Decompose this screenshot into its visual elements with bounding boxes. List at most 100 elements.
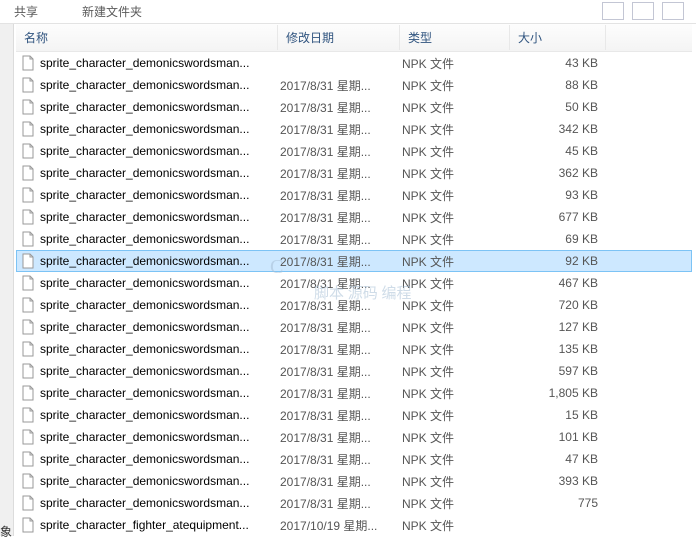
table-row[interactable]: sprite_character_demonicswordsman...2017… bbox=[16, 228, 692, 250]
file-icon bbox=[20, 231, 36, 247]
table-row[interactable]: sprite_character_demonicswordsman...2017… bbox=[16, 96, 692, 118]
table-row[interactable]: sprite_character_demonicswordsman...2017… bbox=[16, 360, 692, 382]
file-name-cell: sprite_character_demonicswordsman... bbox=[40, 276, 280, 290]
file-date-cell: 2017/8/31 星期... bbox=[280, 341, 402, 358]
table-row[interactable]: sprite_character_demonicswordsman...2017… bbox=[16, 184, 692, 206]
table-row[interactable]: sprite_character_fighter_atequipment...2… bbox=[16, 514, 692, 536]
file-type-cell: NPK 文件 bbox=[402, 517, 512, 534]
file-size-cell: 597 KB bbox=[512, 364, 598, 378]
file-icon bbox=[20, 363, 36, 379]
table-row[interactable]: sprite_character_demonicswordsman...2017… bbox=[16, 316, 692, 338]
file-icon bbox=[20, 319, 36, 335]
column-header-type[interactable]: 类型 bbox=[400, 25, 510, 50]
file-icon bbox=[20, 121, 36, 137]
file-size-cell: 92 KB bbox=[512, 254, 598, 268]
file-size-cell: 50 KB bbox=[512, 100, 598, 114]
file-type-cell: NPK 文件 bbox=[402, 495, 512, 512]
file-size-cell: 1,805 KB bbox=[512, 386, 598, 400]
nav-scrollbar[interactable] bbox=[0, 24, 14, 536]
table-row[interactable]: sprite_character_demonicswordsman...2017… bbox=[16, 272, 692, 294]
file-size-cell: 127 KB bbox=[512, 320, 598, 334]
file-icon bbox=[20, 55, 36, 71]
table-row[interactable]: sprite_character_demonicswordsman... NPK … bbox=[16, 52, 692, 74]
file-date-cell: 2017/8/31 星期... bbox=[280, 231, 402, 248]
file-list[interactable]: sprite_character_demonicswordsman... NPK … bbox=[16, 52, 692, 536]
file-name-cell: sprite_character_fighter_atequipment... bbox=[40, 518, 280, 532]
column-header-size[interactable]: 大小 bbox=[510, 25, 606, 50]
file-name-cell: sprite_character_demonicswordsman... bbox=[40, 232, 280, 246]
column-header-date[interactable]: 修改日期 bbox=[278, 25, 400, 50]
table-row[interactable]: sprite_character_demonicswordsman...2017… bbox=[16, 118, 692, 140]
file-date-cell: 2017/8/31 星期... bbox=[280, 99, 402, 116]
file-date-cell: 2017/8/31 星期... bbox=[280, 407, 402, 424]
file-icon bbox=[20, 495, 36, 511]
file-type-cell: NPK 文件 bbox=[402, 275, 512, 292]
file-name-cell: sprite_character_demonicswordsman... bbox=[40, 56, 280, 70]
file-size-cell: 677 KB bbox=[512, 210, 598, 224]
file-name-cell: sprite_character_demonicswordsman... bbox=[40, 342, 280, 356]
preview-pane-icon[interactable] bbox=[632, 2, 654, 20]
file-icon bbox=[20, 143, 36, 159]
table-row[interactable]: sprite_character_demonicswordsman...2017… bbox=[16, 470, 692, 492]
table-row[interactable]: sprite_character_demonicswordsman...2017… bbox=[16, 206, 692, 228]
file-type-cell: NPK 文件 bbox=[402, 385, 512, 402]
file-type-cell: NPK 文件 bbox=[402, 473, 512, 490]
file-icon bbox=[20, 253, 36, 269]
file-type-cell: NPK 文件 bbox=[402, 253, 512, 270]
file-type-cell: NPK 文件 bbox=[402, 231, 512, 248]
file-size-cell: 15 KB bbox=[512, 408, 598, 422]
share-button[interactable]: 共享 bbox=[8, 1, 44, 22]
file-name-cell: sprite_character_demonicswordsman... bbox=[40, 210, 280, 224]
file-name-cell: sprite_character_demonicswordsman... bbox=[40, 430, 280, 444]
table-row[interactable]: sprite_character_demonicswordsman...2017… bbox=[16, 338, 692, 360]
file-icon bbox=[20, 451, 36, 467]
file-size-cell: 342 KB bbox=[512, 122, 598, 136]
column-header-name[interactable]: 名称 bbox=[16, 25, 278, 50]
file-date-cell: 2017/8/31 星期... bbox=[280, 209, 402, 226]
table-row[interactable]: sprite_character_demonicswordsman...2017… bbox=[16, 140, 692, 162]
columns-header: 名称 修改日期 类型 大小 bbox=[16, 24, 692, 52]
file-icon bbox=[20, 187, 36, 203]
file-date-cell: 2017/8/31 星期... bbox=[280, 121, 402, 138]
file-type-cell: NPK 文件 bbox=[402, 451, 512, 468]
file-date-cell: 2017/8/31 星期... bbox=[280, 473, 402, 490]
file-name-cell: sprite_character_demonicswordsman... bbox=[40, 100, 280, 114]
file-name-cell: sprite_character_demonicswordsman... bbox=[40, 320, 280, 334]
table-row[interactable]: sprite_character_demonicswordsman...2017… bbox=[16, 294, 692, 316]
file-icon bbox=[20, 297, 36, 313]
file-size-cell: 393 KB bbox=[512, 474, 598, 488]
file-size-cell: 467 KB bbox=[512, 276, 598, 290]
file-name-cell: sprite_character_demonicswordsman... bbox=[40, 452, 280, 466]
file-date-cell: 2017/8/31 星期... bbox=[280, 363, 402, 380]
new-folder-button[interactable]: 新建文件夹 bbox=[76, 1, 148, 22]
table-row[interactable]: sprite_character_demonicswordsman...2017… bbox=[16, 492, 692, 514]
toolbar: 共享 新建文件夹 bbox=[0, 0, 696, 24]
table-row[interactable]: sprite_character_demonicswordsman...2017… bbox=[16, 426, 692, 448]
file-icon bbox=[20, 473, 36, 489]
file-date-cell: 2017/10/19 星期... bbox=[280, 517, 402, 534]
file-icon bbox=[20, 165, 36, 181]
file-type-cell: NPK 文件 bbox=[402, 319, 512, 336]
file-date-cell: 2017/8/31 星期... bbox=[280, 495, 402, 512]
table-row[interactable]: sprite_character_demonicswordsman...2017… bbox=[16, 250, 692, 272]
file-icon bbox=[20, 77, 36, 93]
file-icon bbox=[20, 517, 36, 533]
file-type-cell: NPK 文件 bbox=[402, 121, 512, 138]
file-name-cell: sprite_character_demonicswordsman... bbox=[40, 254, 280, 268]
file-name-cell: sprite_character_demonicswordsman... bbox=[40, 166, 280, 180]
table-row[interactable]: sprite_character_demonicswordsman...2017… bbox=[16, 404, 692, 426]
file-type-cell: NPK 文件 bbox=[402, 297, 512, 314]
file-type-cell: NPK 文件 bbox=[402, 143, 512, 160]
table-row[interactable]: sprite_character_demonicswordsman...2017… bbox=[16, 382, 692, 404]
file-date-cell: 2017/8/31 星期... bbox=[280, 319, 402, 336]
table-row[interactable]: sprite_character_demonicswordsman...2017… bbox=[16, 74, 692, 96]
view-mode-icon[interactable] bbox=[602, 2, 624, 20]
file-icon bbox=[20, 429, 36, 445]
file-date-cell: 2017/8/31 星期... bbox=[280, 187, 402, 204]
help-icon[interactable] bbox=[662, 2, 684, 20]
file-date-cell: 2017/8/31 星期... bbox=[280, 429, 402, 446]
table-row[interactable]: sprite_character_demonicswordsman...2017… bbox=[16, 448, 692, 470]
file-date-cell: 2017/8/31 星期... bbox=[280, 385, 402, 402]
file-type-cell: NPK 文件 bbox=[402, 55, 512, 72]
table-row[interactable]: sprite_character_demonicswordsman...2017… bbox=[16, 162, 692, 184]
